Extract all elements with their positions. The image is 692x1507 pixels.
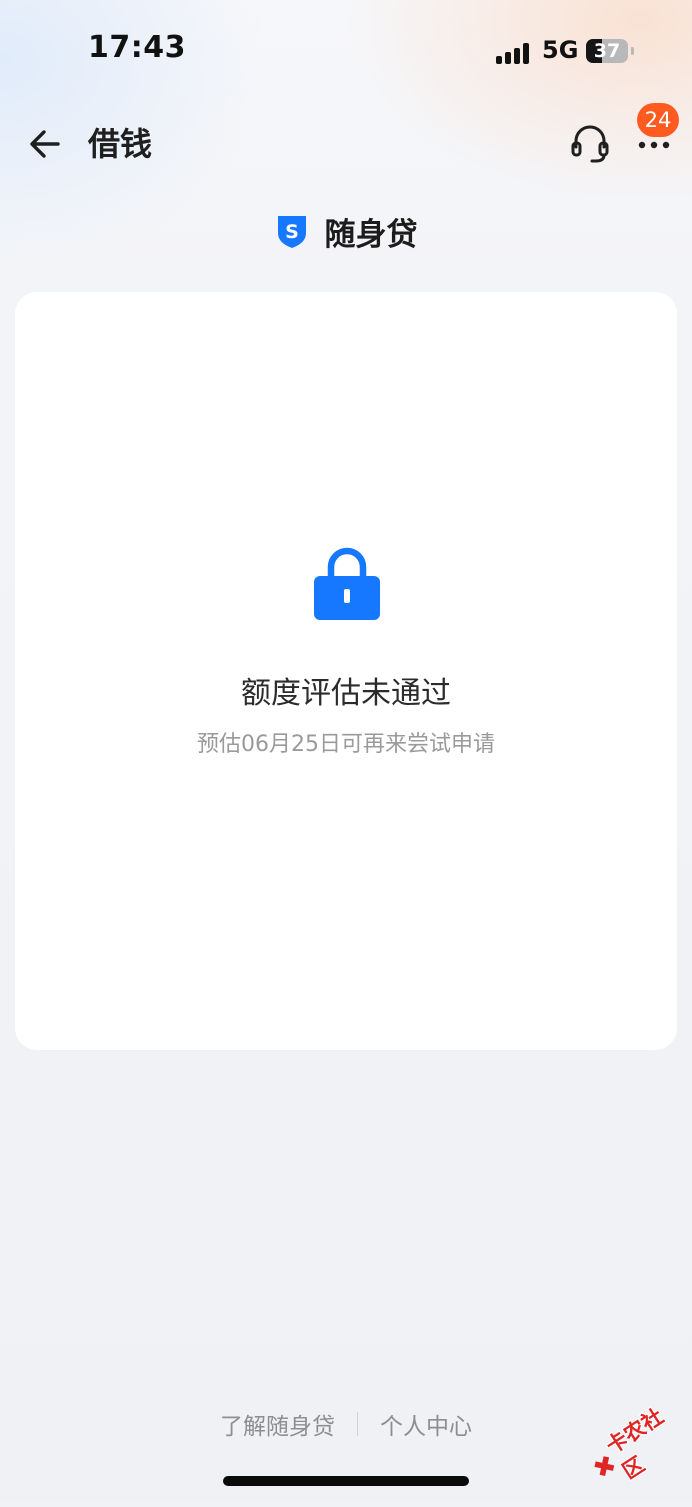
result-subtitle: 预估06月25日可再来尝试申请: [197, 732, 495, 757]
home-indicator[interactable]: [223, 1476, 469, 1486]
arrow-left-icon: [30, 130, 60, 158]
result-title: 额度评估未通过: [241, 676, 451, 711]
notification-badge: 24: [637, 103, 679, 137]
lock-icon: [314, 547, 380, 620]
cellular-signal-icon: [496, 42, 532, 64]
product-header: S 随身贷: [0, 208, 692, 254]
back-button[interactable]: [24, 122, 68, 166]
battery-icon: 37: [586, 39, 628, 63]
learn-product-link[interactable]: 了解随身贷: [220, 1407, 335, 1441]
shield-s-icon: S: [277, 216, 306, 248]
headset-icon: [571, 125, 609, 163]
product-name: 随身贷: [324, 216, 418, 253]
battery-level: 37: [593, 40, 621, 62]
result-card: 额度评估未通过 预估06月25日可再来尝试申请: [15, 292, 677, 1050]
logo-letter: S: [285, 221, 299, 243]
personal-center-link[interactable]: 个人中心: [380, 1407, 472, 1441]
page-title: 借钱: [88, 125, 153, 163]
battery-cap: [631, 47, 634, 55]
status-time: 17:43: [88, 30, 186, 65]
footer-divider: [357, 1412, 358, 1436]
customer-service-button[interactable]: [568, 120, 612, 166]
network-type: 5G: [542, 36, 579, 64]
